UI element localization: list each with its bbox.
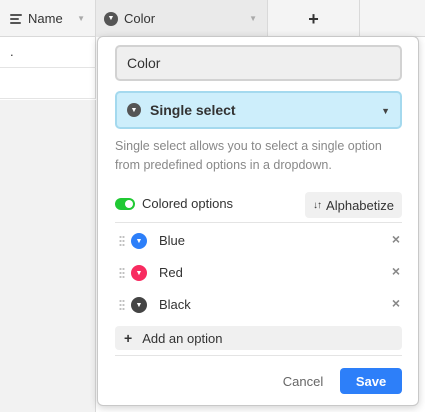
close-icon[interactable]: × (392, 263, 400, 279)
plus-icon: + (308, 8, 319, 29)
field-type-label: Single select (150, 102, 236, 118)
single-select-icon: ▼ (104, 11, 118, 26)
close-icon[interactable]: × (392, 231, 400, 247)
table-row[interactable] (0, 68, 96, 99)
column-header-label: Color (124, 11, 156, 26)
field-type-description: Single select allows you to select a sin… (115, 139, 382, 172)
divider (115, 222, 402, 223)
save-button[interactable]: Save (340, 368, 402, 394)
drag-handle-icon[interactable] (119, 267, 125, 279)
field-config-popup: ▼ Single select ▼ Single select allows y… (97, 36, 419, 406)
field-name-input[interactable] (115, 45, 402, 81)
add-column-button[interactable]: + (268, 0, 360, 37)
column-header-row: Name ▼ ▼ Color ▼ + (0, 0, 425, 37)
text-lines-icon (10, 13, 22, 24)
drag-handle-icon[interactable] (119, 299, 125, 311)
colored-options-toggle[interactable] (115, 198, 135, 210)
alphabetize-label: Alphabetize (326, 197, 394, 213)
cell-name: . (10, 44, 14, 59)
option-row-red: ▼ Red × (115, 262, 402, 284)
sort-arrows-icon: ↓↑ (313, 199, 322, 211)
add-option-button[interactable]: + Add an option (115, 326, 402, 350)
colored-options-label: Colored options (142, 196, 234, 211)
option-row-black: ▼ Black × (115, 294, 402, 316)
chevron-down-icon: ▼ (381, 106, 390, 116)
column-header-label: Name (28, 11, 63, 26)
column-header-color[interactable]: ▼ Color ▼ (96, 0, 268, 37)
chevron-down-icon[interactable]: ▼ (77, 14, 85, 23)
option-name[interactable]: Black (159, 297, 191, 312)
add-option-label: Add an option (142, 330, 223, 346)
column-header-name[interactable]: Name ▼ (0, 0, 96, 37)
chevron-down-icon[interactable]: ▼ (249, 14, 257, 23)
option-color-picker[interactable]: ▼ (131, 297, 147, 313)
option-color-picker[interactable]: ▼ (131, 233, 147, 249)
grid-empty-area (0, 100, 96, 412)
drag-handle-icon[interactable] (119, 235, 125, 247)
option-color-picker[interactable]: ▼ (131, 265, 147, 281)
option-row-blue: ▼ Blue × (115, 230, 402, 252)
alphabetize-button[interactable]: ↓↑ Alphabetize (305, 192, 402, 218)
table-row[interactable]: . (0, 37, 96, 68)
plus-icon: + (124, 330, 133, 346)
option-name[interactable]: Blue (159, 233, 185, 248)
single-select-icon: ▼ (127, 103, 141, 117)
cancel-button[interactable]: Cancel (274, 368, 332, 394)
field-type-select[interactable]: ▼ Single select ▼ (115, 91, 402, 129)
close-icon[interactable]: × (392, 295, 400, 311)
option-name[interactable]: Red (159, 265, 183, 280)
divider (115, 355, 402, 356)
colored-options-row: Colored options ↓↑ Alphabetize (115, 192, 402, 218)
